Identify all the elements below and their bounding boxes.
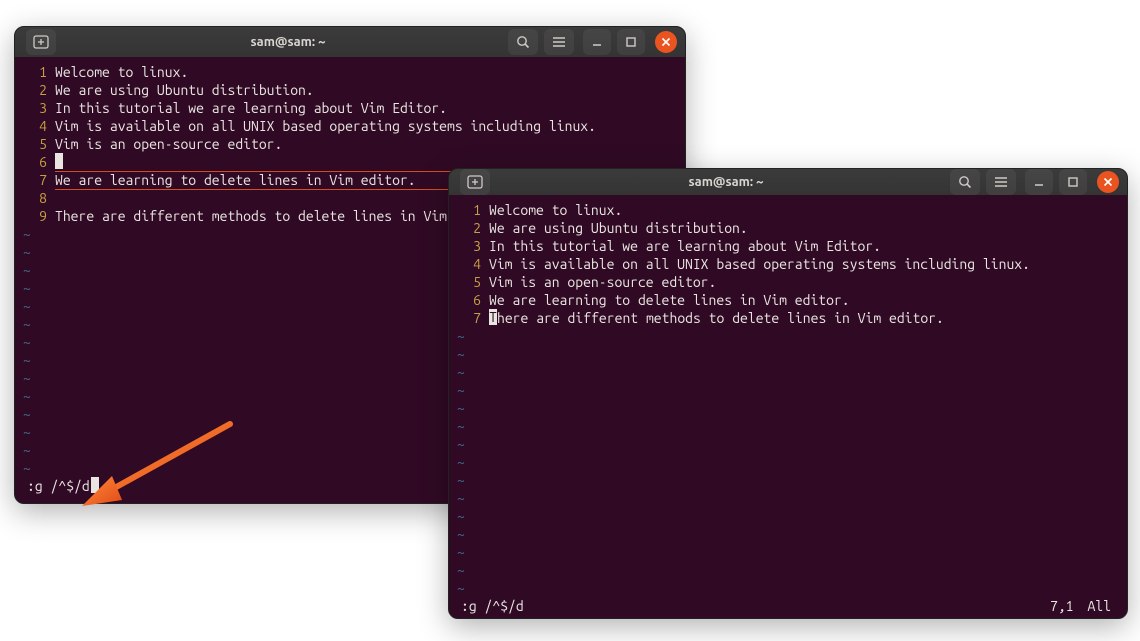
vim-command-text: :g /^$/d: [27, 478, 90, 494]
line-number: 8: [23, 189, 47, 207]
line-text: There are different methods to delete li…: [55, 207, 510, 225]
editor-line: 3 In this tutorial we are learning about …: [23, 99, 677, 117]
vim-cursor-position: 7,1: [1050, 597, 1074, 615]
line-number: 7: [457, 309, 481, 327]
close-button[interactable]: [1097, 171, 1119, 193]
search-button[interactable]: [950, 169, 980, 195]
newtab-icon: [33, 35, 49, 49]
line-text: Welcome to linux.: [55, 63, 188, 81]
line-number: 3: [457, 237, 481, 255]
search-icon: [516, 35, 530, 49]
close-button[interactable]: [655, 31, 677, 53]
editor-line: 5 Vim is an open-source editor.: [457, 273, 1119, 291]
line-text: Vim is available on all UNIX based opera…: [489, 255, 1030, 273]
window-title: sam@sam: ~: [71, 35, 505, 49]
line-number: 3: [23, 99, 47, 117]
editor-lines: 1 Welcome to linux. 2 We are using Ubuntu d…: [457, 201, 1119, 327]
line-number: 1: [457, 201, 481, 219]
titlebar[interactable]: sam@sam: ~: [449, 169, 1127, 195]
line-number: 4: [23, 117, 47, 135]
editor-line: 4 Vim is available on all UNIX based oper…: [457, 255, 1119, 273]
cursor-icon: [91, 477, 99, 493]
minimize-icon: [591, 36, 603, 48]
line-text: [55, 153, 63, 171]
editor-line: 2 We are using Ubuntu distribution.: [457, 219, 1119, 237]
search-icon: [958, 175, 972, 189]
vim-tildes: ~ ~ ~ ~ ~ ~ ~ ~ ~ ~ ~ ~ ~ ~ ~: [457, 327, 1119, 597]
line-text: In this tutorial we are learning about V…: [489, 237, 881, 255]
terminal-body[interactable]: 1 Welcome to linux. 2 We are using Ubuntu d…: [449, 195, 1127, 619]
line-number: 2: [457, 219, 481, 237]
line-text: here are different methods to delete lin…: [489, 309, 944, 327]
menu-icon: [994, 176, 1008, 188]
line-number: 6: [23, 153, 47, 171]
line-text: We are using Ubuntu distribution.: [55, 81, 314, 99]
stage: sam@sam: ~ 1Welcome to li: [0, 0, 1140, 641]
minimize-button[interactable]: [583, 29, 611, 55]
editor-line: 1 Welcome to linux.: [23, 63, 677, 81]
cursor-icon: [55, 153, 63, 169]
line-text: In this tutorial we are learning about V…: [55, 99, 447, 117]
line-text: Welcome to linux.: [489, 201, 622, 219]
line-number: 6: [457, 291, 481, 309]
close-icon: [1103, 177, 1113, 187]
hamburger-menu-button[interactable]: [986, 169, 1016, 195]
line-number: 7: [23, 171, 47, 189]
new-tab-button[interactable]: [460, 169, 490, 195]
minimize-button[interactable]: [1025, 169, 1053, 195]
editor-line: 6 We are learning to delete lines in Vim …: [457, 291, 1119, 309]
line-number: 9: [23, 207, 47, 225]
maximize-icon: [625, 36, 637, 48]
window-title: sam@sam: ~: [505, 175, 947, 189]
editor-line: 7 here are different methods to delete li…: [457, 309, 1119, 327]
editor-line: 1 Welcome to linux.: [457, 201, 1119, 219]
editor-line: 4 Vim is available on all UNIX based oper…: [23, 117, 677, 135]
maximize-button[interactable]: [1059, 169, 1087, 195]
maximize-icon: [1067, 176, 1079, 188]
line-number: 2: [23, 81, 47, 99]
terminal-after: sam@sam: ~ 1Welcome to li: [448, 168, 1128, 619]
line-number: 5: [23, 135, 47, 153]
line-text: Vim is an open-source editor.: [55, 135, 282, 153]
line-number: 4: [457, 255, 481, 273]
line-text: We are learning to delete lines in Vim e…: [489, 291, 850, 309]
cursor-icon: [489, 309, 497, 325]
line-text: We are using Ubuntu distribution.: [489, 219, 748, 237]
line-text: Vim is an open-source editor.: [489, 273, 716, 291]
line-text: We are learning to delete lines in Vim e…: [55, 171, 416, 189]
titlebar[interactable]: sam@sam: ~: [15, 27, 685, 57]
vim-command-text: :g /^$/d: [461, 597, 1050, 615]
menu-icon: [552, 36, 566, 48]
editor-line: 3 In this tutorial we are learning about …: [457, 237, 1119, 255]
line-text: Vim is available on all UNIX based opera…: [55, 117, 596, 135]
newtab-icon: [467, 175, 483, 189]
editor-line: 2 We are using Ubuntu distribution.: [23, 81, 677, 99]
new-tab-button[interactable]: [26, 29, 56, 55]
maximize-button[interactable]: [617, 29, 645, 55]
close-icon: [661, 37, 671, 47]
minimize-icon: [1033, 176, 1045, 188]
line-number: 1: [23, 63, 47, 81]
hamburger-menu-button[interactable]: [544, 29, 574, 55]
line-number: 5: [457, 273, 481, 291]
search-button[interactable]: [508, 29, 538, 55]
editor-line: 5 Vim is an open-source editor.: [23, 135, 677, 153]
vim-command-line[interactable]: :g /^$/d 7,1 All: [457, 597, 1119, 619]
vim-view-indicator: All: [1087, 597, 1111, 615]
